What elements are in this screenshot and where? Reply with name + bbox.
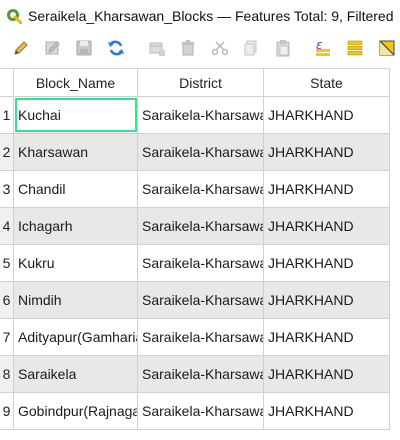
column-header-state[interactable]: State bbox=[264, 69, 390, 96]
attribute-toolbar: ε bbox=[0, 32, 400, 64]
row-number[interactable]: 4 bbox=[0, 208, 14, 244]
row-number[interactable]: 2 bbox=[0, 134, 14, 170]
table-row[interactable]: 3 Chandil Saraikela-Kharsawan JHARKHAND bbox=[0, 171, 390, 208]
table-row[interactable]: 6 Nimdih Saraikela-Kharsawan JHARKHAND bbox=[0, 282, 390, 319]
block-name-cell[interactable]: Kharsawan bbox=[14, 134, 138, 170]
row-number[interactable]: 8 bbox=[0, 356, 14, 392]
qgis-logo-icon bbox=[6, 8, 22, 24]
district-cell[interactable]: Saraikela-Kharsawan bbox=[138, 134, 264, 170]
district-cell[interactable]: Saraikela-Kharsawan bbox=[138, 97, 264, 133]
state-cell[interactable]: JHARKHAND bbox=[264, 393, 390, 429]
select-all-icon[interactable] bbox=[342, 34, 369, 62]
table-row[interactable]: 5 Kukru Saraikela-Kharsawan JHARKHAND bbox=[0, 245, 390, 282]
state-cell[interactable]: JHARKHAND bbox=[264, 319, 390, 355]
svg-text:ε: ε bbox=[316, 38, 323, 52]
column-header-block-name[interactable]: Block_Name bbox=[14, 69, 138, 96]
attribute-table: Block_Name District State 1 Kuchai Sarai… bbox=[0, 68, 390, 430]
state-cell[interactable]: JHARKHAND bbox=[264, 245, 390, 281]
state-cell[interactable]: JHARKHAND bbox=[264, 356, 390, 392]
add-feature-icon[interactable] bbox=[143, 34, 170, 62]
row-number[interactable]: 5 bbox=[0, 245, 14, 281]
expression-select-icon[interactable]: ε bbox=[310, 34, 337, 62]
window-titlebar: Seraikela_Kharsawan_Blocks — Features To… bbox=[0, 0, 400, 32]
multi-edit-icon[interactable] bbox=[40, 34, 67, 62]
block-name-cell[interactable]: Gobindpur(Rajnagar) bbox=[14, 393, 138, 429]
refresh-icon[interactable] bbox=[103, 34, 130, 62]
row-number[interactable]: 6 bbox=[0, 282, 14, 318]
block-name-cell[interactable]: Kuchai bbox=[14, 97, 138, 133]
row-number[interactable]: 1 bbox=[0, 97, 14, 133]
row-number[interactable]: 7 bbox=[0, 319, 14, 355]
table-row[interactable]: 1 Kuchai Saraikela-Kharsawan JHARKHAND bbox=[0, 97, 390, 134]
column-header-district[interactable]: District bbox=[138, 69, 264, 96]
invert-selection-icon[interactable] bbox=[373, 34, 400, 62]
block-name-cell[interactable]: Adityapur(Gamharia) bbox=[14, 319, 138, 355]
row-number[interactable]: 3 bbox=[0, 171, 14, 207]
copy-icon[interactable] bbox=[238, 34, 265, 62]
state-cell[interactable]: JHARKHAND bbox=[264, 171, 390, 207]
window-title: Seraikela_Kharsawan_Blocks — Features To… bbox=[28, 8, 394, 24]
state-cell[interactable]: JHARKHAND bbox=[264, 282, 390, 318]
district-cell[interactable]: Saraikela-Kharsawan bbox=[138, 171, 264, 207]
cut-icon[interactable] bbox=[206, 34, 233, 62]
district-cell[interactable]: Saraikela-Kharsawan bbox=[138, 393, 264, 429]
delete-icon[interactable] bbox=[175, 34, 202, 62]
table-row[interactable]: 9 Gobindpur(Rajnagar) Saraikela-Kharsawa… bbox=[0, 393, 390, 430]
block-name-cell[interactable]: Kukru bbox=[14, 245, 138, 281]
state-cell[interactable]: JHARKHAND bbox=[264, 97, 390, 133]
table-row[interactable]: 4 Ichagarh Saraikela-Kharsawan JHARKHAND bbox=[0, 208, 390, 245]
block-name-cell[interactable]: Chandil bbox=[14, 171, 138, 207]
district-cell[interactable]: Saraikela-Kharsawan bbox=[138, 319, 264, 355]
state-cell[interactable]: JHARKHAND bbox=[264, 208, 390, 244]
table-header: Block_Name District State bbox=[0, 69, 390, 97]
paste-icon[interactable] bbox=[270, 34, 297, 62]
row-number[interactable]: 9 bbox=[0, 393, 14, 429]
state-cell[interactable]: JHARKHAND bbox=[264, 134, 390, 170]
district-cell[interactable]: Saraikela-Kharsawan bbox=[138, 245, 264, 281]
block-name-cell[interactable]: Saraikela bbox=[14, 356, 138, 392]
table-row[interactable]: 2 Kharsawan Saraikela-Kharsawan JHARKHAN… bbox=[0, 134, 390, 171]
district-cell[interactable]: Saraikela-Kharsawan bbox=[138, 282, 264, 318]
pencil-icon[interactable] bbox=[8, 34, 35, 62]
table-row[interactable]: 8 Saraikela Saraikela-Kharsawan JHARKHAN… bbox=[0, 356, 390, 393]
block-name-cell[interactable]: Ichagarh bbox=[14, 208, 138, 244]
header-corner[interactable] bbox=[0, 69, 14, 96]
district-cell[interactable]: Saraikela-Kharsawan bbox=[138, 208, 264, 244]
save-icon[interactable] bbox=[71, 34, 98, 62]
block-name-cell[interactable]: Nimdih bbox=[14, 282, 138, 318]
district-cell[interactable]: Saraikela-Kharsawan bbox=[138, 356, 264, 392]
table-row[interactable]: 7 Adityapur(Gamharia) Saraikela-Kharsawa… bbox=[0, 319, 390, 356]
